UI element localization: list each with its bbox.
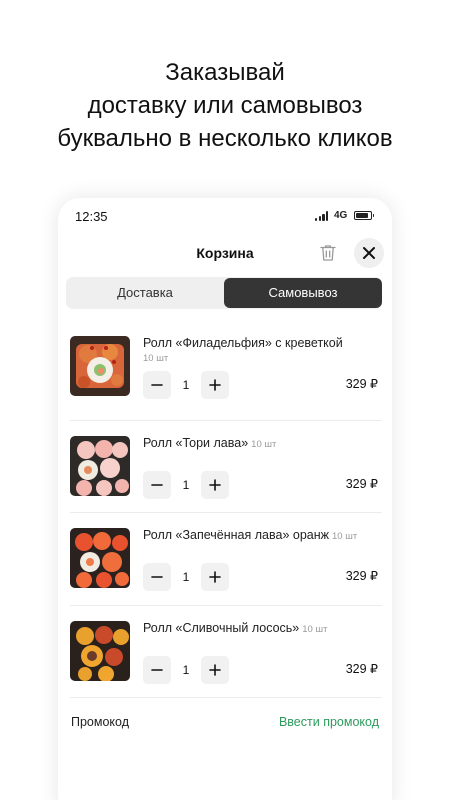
plus-icon	[209, 664, 221, 676]
divider	[70, 697, 382, 698]
increase-quantity-button[interactable]	[201, 656, 229, 684]
item-count: 10 шт	[143, 353, 169, 364]
battery-icon	[354, 211, 374, 220]
close-button[interactable]	[354, 238, 384, 268]
minus-icon	[151, 484, 163, 486]
promo-label: Промокод	[71, 715, 130, 729]
cart-item: Ролл «Сливочный лосось» 10 шт 1 329 ₽	[70, 621, 380, 707]
item-name: Ролл «Филадельфия» с креветкой	[143, 336, 343, 350]
item-name: Ролл «Сливочный лосось»	[143, 621, 300, 635]
minus-icon	[151, 576, 163, 578]
item-price: 329 ₽	[345, 477, 378, 491]
status-bar: 12:35 4G	[58, 198, 392, 234]
headline-line-2: доставку или самовывоз	[87, 92, 363, 119]
phone-mockup: 12:35 4G Корзина Доставка Самовывоз Ролл…	[58, 198, 392, 800]
decrease-quantity-button[interactable]	[143, 471, 171, 499]
quantity-value: 1	[182, 378, 190, 392]
plus-icon	[209, 571, 221, 583]
headline-line-3: буквально в несколько кликов	[57, 125, 393, 152]
page-title: Корзина	[196, 245, 254, 261]
tab-pickup[interactable]: Самовывоз	[224, 278, 382, 308]
minus-icon	[151, 384, 163, 386]
item-price: 329 ₽	[345, 662, 378, 676]
minus-icon	[151, 669, 163, 671]
increase-quantity-button[interactable]	[201, 563, 229, 591]
network-label: 4G	[334, 210, 348, 221]
item-name: Ролл «Тори лава»	[143, 436, 249, 450]
enter-promo-link[interactable]: Ввести промокод	[279, 715, 379, 729]
quantity-value: 1	[182, 570, 190, 584]
decrease-quantity-button[interactable]	[143, 563, 171, 591]
item-price: 329 ₽	[345, 569, 378, 583]
signal-icon	[315, 211, 329, 221]
sushi-roll-image	[70, 436, 130, 496]
item-price: 329 ₽	[345, 377, 378, 391]
sushi-roll-image	[70, 621, 130, 681]
cart-item: Ролл «Тори лава» 10 шт 1 329 ₽	[70, 436, 380, 522]
tab-delivery[interactable]: Доставка	[66, 277, 224, 309]
decrease-quantity-button[interactable]	[143, 656, 171, 684]
close-icon	[363, 247, 375, 259]
item-name: Ролл «Запечённая лава» оранж	[143, 528, 329, 542]
increase-quantity-button[interactable]	[201, 471, 229, 499]
sushi-roll-image	[70, 336, 130, 396]
quantity-value: 1	[182, 478, 190, 492]
divider	[70, 420, 382, 421]
increase-quantity-button[interactable]	[201, 371, 229, 399]
plus-icon	[209, 379, 221, 391]
status-time: 12:35	[75, 209, 108, 224]
cart-item: Ролл «Запечённая лава» оранж 10 шт 1 329 …	[70, 528, 380, 614]
decrease-quantity-button[interactable]	[143, 371, 171, 399]
trash-icon[interactable]	[317, 242, 339, 264]
divider	[70, 605, 382, 606]
divider	[70, 512, 382, 513]
item-count: 10 шт	[332, 531, 358, 542]
sushi-roll-image	[70, 528, 130, 588]
headline: Заказывай доставку или самовывоз букваль…	[0, 56, 450, 155]
headline-line-1: Заказывай	[165, 59, 285, 86]
plus-icon	[209, 479, 221, 491]
item-count: 10 шт	[251, 439, 277, 450]
item-count: 10 шт	[302, 624, 328, 635]
quantity-value: 1	[182, 663, 190, 677]
delivery-mode-switch: Доставка Самовывоз	[66, 277, 382, 309]
cart-item: Ролл «Филадельфия» с креветкой 10 шт 1 3…	[70, 336, 380, 422]
